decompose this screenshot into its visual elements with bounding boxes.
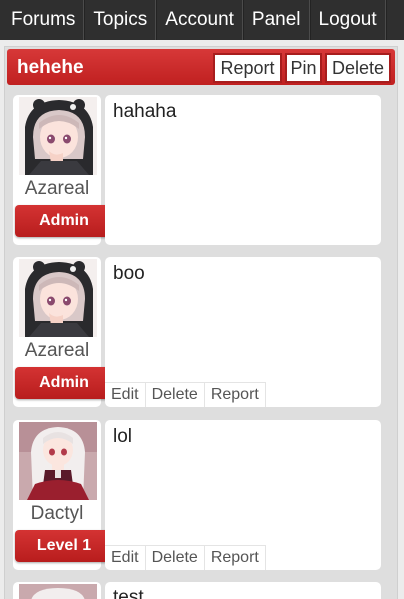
post-item: Azareal Admin hahaha: [5, 95, 397, 245]
post-item: test: [5, 582, 397, 599]
rank-badge: Admin: [15, 205, 113, 237]
post-content: boo Edit Delete Report: [105, 257, 381, 407]
report-post-button[interactable]: Report: [205, 383, 266, 407]
user-card: Dactyl Level 1: [13, 420, 113, 570]
rank-badge: Admin: [15, 367, 113, 399]
post-content: hahaha: [105, 95, 381, 245]
avatar[interactable]: [19, 97, 97, 175]
delete-post-button[interactable]: Delete: [146, 383, 205, 407]
avatar[interactable]: [19, 422, 97, 500]
rank-badge: Level 1: [15, 530, 113, 562]
report-post-button[interactable]: Report: [205, 546, 266, 570]
user-card: Azareal Admin: [13, 257, 113, 407]
username[interactable]: Azareal: [13, 340, 101, 362]
nav-topics[interactable]: Topics: [84, 0, 157, 40]
delete-topic-button[interactable]: Delete: [325, 53, 391, 83]
avatar[interactable]: [19, 259, 97, 337]
post-item: Dactyl Level 1 lol Edit Delete Report: [5, 420, 397, 570]
nav-logout[interactable]: Logout: [309, 0, 386, 40]
post-text: hahaha: [113, 101, 177, 122]
avatar[interactable]: [19, 584, 97, 599]
edit-post-button[interactable]: Edit: [105, 546, 146, 570]
post-controls: Edit Delete Report: [105, 382, 266, 407]
delete-post-button[interactable]: Delete: [146, 546, 205, 570]
user-card: [13, 582, 101, 599]
post-content: lol Edit Delete Report: [105, 420, 381, 570]
username[interactable]: Azareal: [13, 178, 101, 200]
post-text: boo: [113, 263, 145, 284]
post-content: test: [105, 582, 381, 599]
nav-filler: [385, 0, 404, 40]
post-item: Azareal Admin boo Edit Delete Report: [5, 257, 397, 407]
topic-title: hehehe: [17, 57, 84, 78]
user-card: Azareal Admin: [13, 95, 113, 245]
nav-forums[interactable]: Forums: [0, 0, 85, 40]
topic-header: hehehe Report Pin Delete: [7, 49, 395, 85]
nav-panel[interactable]: Panel: [242, 0, 310, 40]
post-text: test: [113, 587, 144, 599]
post-controls: Edit Delete Report: [105, 545, 266, 570]
report-topic-button[interactable]: Report: [213, 53, 282, 83]
top-nav: Forums Topics Account Panel Logout: [0, 0, 404, 40]
nav-account[interactable]: Account: [156, 0, 243, 40]
topic-frame: hehehe Report Pin Delete Azareal Admin h…: [4, 46, 398, 599]
post-text: lol: [113, 426, 133, 447]
edit-post-button[interactable]: Edit: [105, 383, 146, 407]
pin-topic-button[interactable]: Pin: [285, 53, 322, 83]
username[interactable]: Dactyl: [13, 503, 101, 525]
